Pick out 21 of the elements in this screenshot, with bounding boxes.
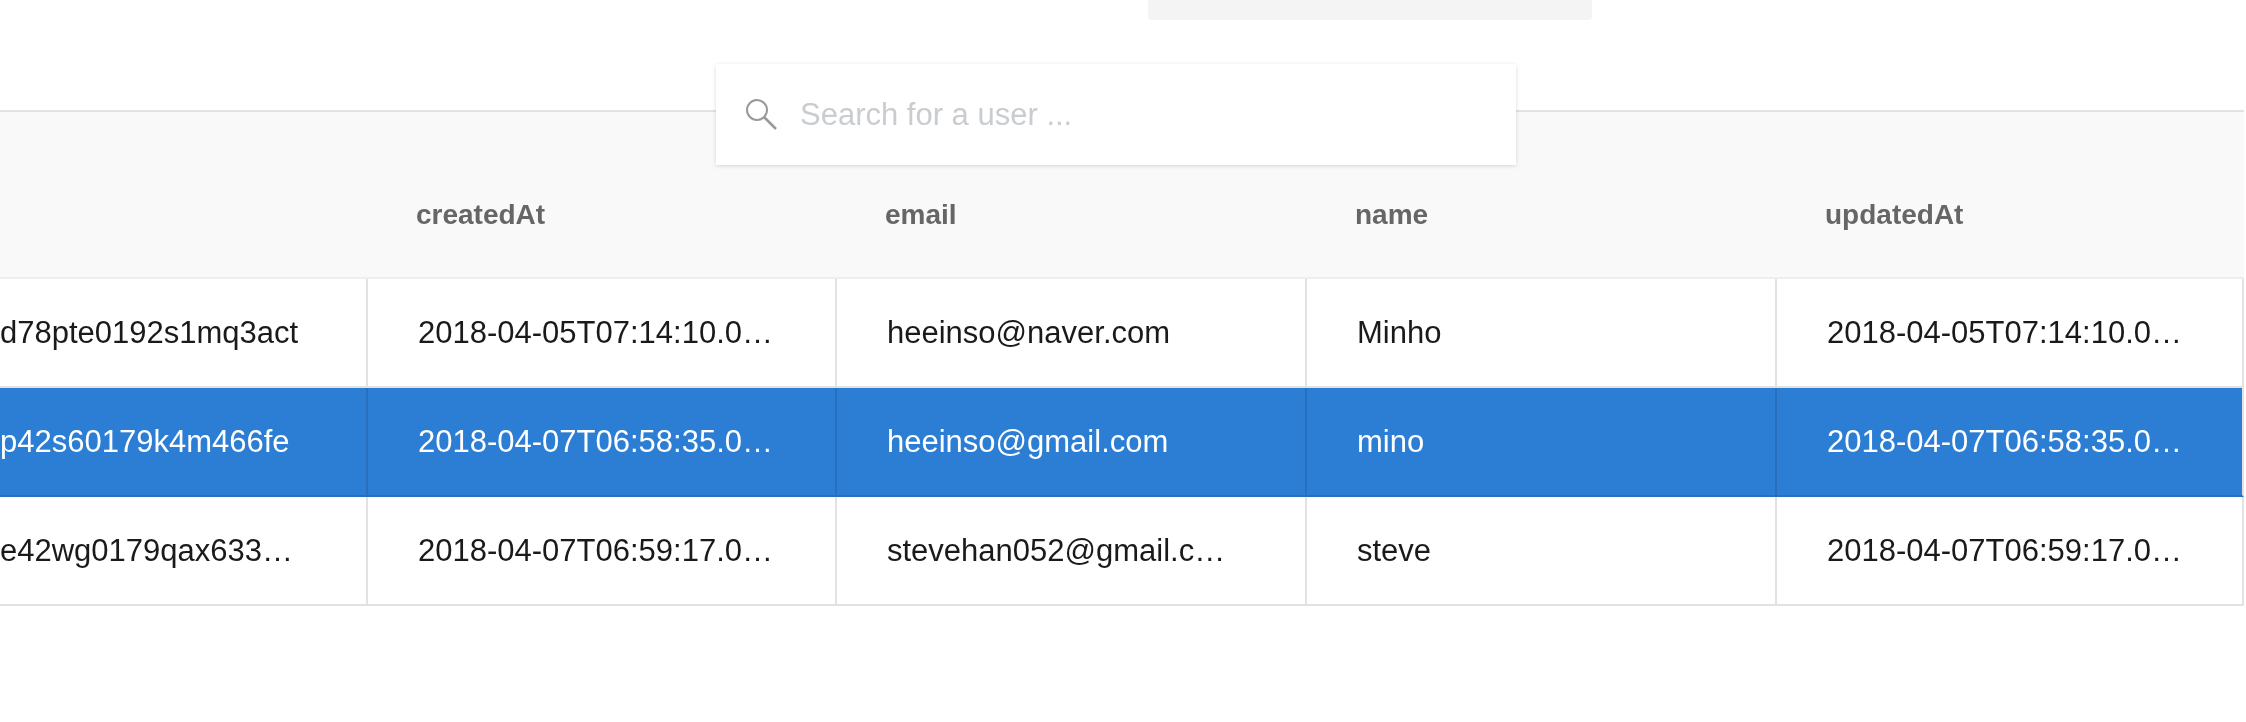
table-cell: 2018-04-07T06:59:17.0…: [418, 532, 774, 569]
table-cell: 2018-04-05T07:14:10.0…: [418, 314, 774, 351]
table-cell: steve: [1357, 532, 1432, 569]
table-cell: heeinso@gmail.com: [887, 423, 1169, 460]
table-cell: 2018-04-07T06:58:35.0…: [418, 423, 774, 460]
table-cell: 2018-04-07T06:58:35.0…: [1827, 423, 2183, 460]
table-cell: 2018-04-05T07:14:10.0…: [1827, 314, 2183, 351]
column-header[interactable]: name: [1355, 199, 1429, 231]
table-cell: mino: [1357, 423, 1425, 460]
column-header[interactable]: updatedAt: [1825, 199, 1964, 231]
table-cell: stevehan052@gmail.c…: [887, 532, 1226, 569]
table-cell: heeinso@naver.com: [887, 314, 1171, 351]
table-cell: d78pte0192s1mq3act: [0, 314, 299, 351]
table-cell: Minho: [1357, 314, 1442, 351]
column-header[interactable]: email: [885, 199, 957, 231]
table-cell: 2018-04-07T06:59:17.0…: [1827, 532, 2183, 569]
table-cell: p42s60179k4m466fe: [0, 423, 290, 460]
table-row[interactable]: p42s60179k4m466fe 2018-04-07T06:58:35.0… heeinso@gmail.com mino 2018-04-07T06:58:35.0…: [0, 388, 2244, 497]
table-row[interactable]: e42wg0179qax633… 2018-04-07T06:59:17.0… stevehan052@gmail.c… steve 2018-04-07T06:59:17.0…: [0, 497, 2244, 606]
column-header[interactable]: createdAt: [416, 199, 546, 231]
table-cell: e42wg0179qax633…: [0, 532, 294, 569]
